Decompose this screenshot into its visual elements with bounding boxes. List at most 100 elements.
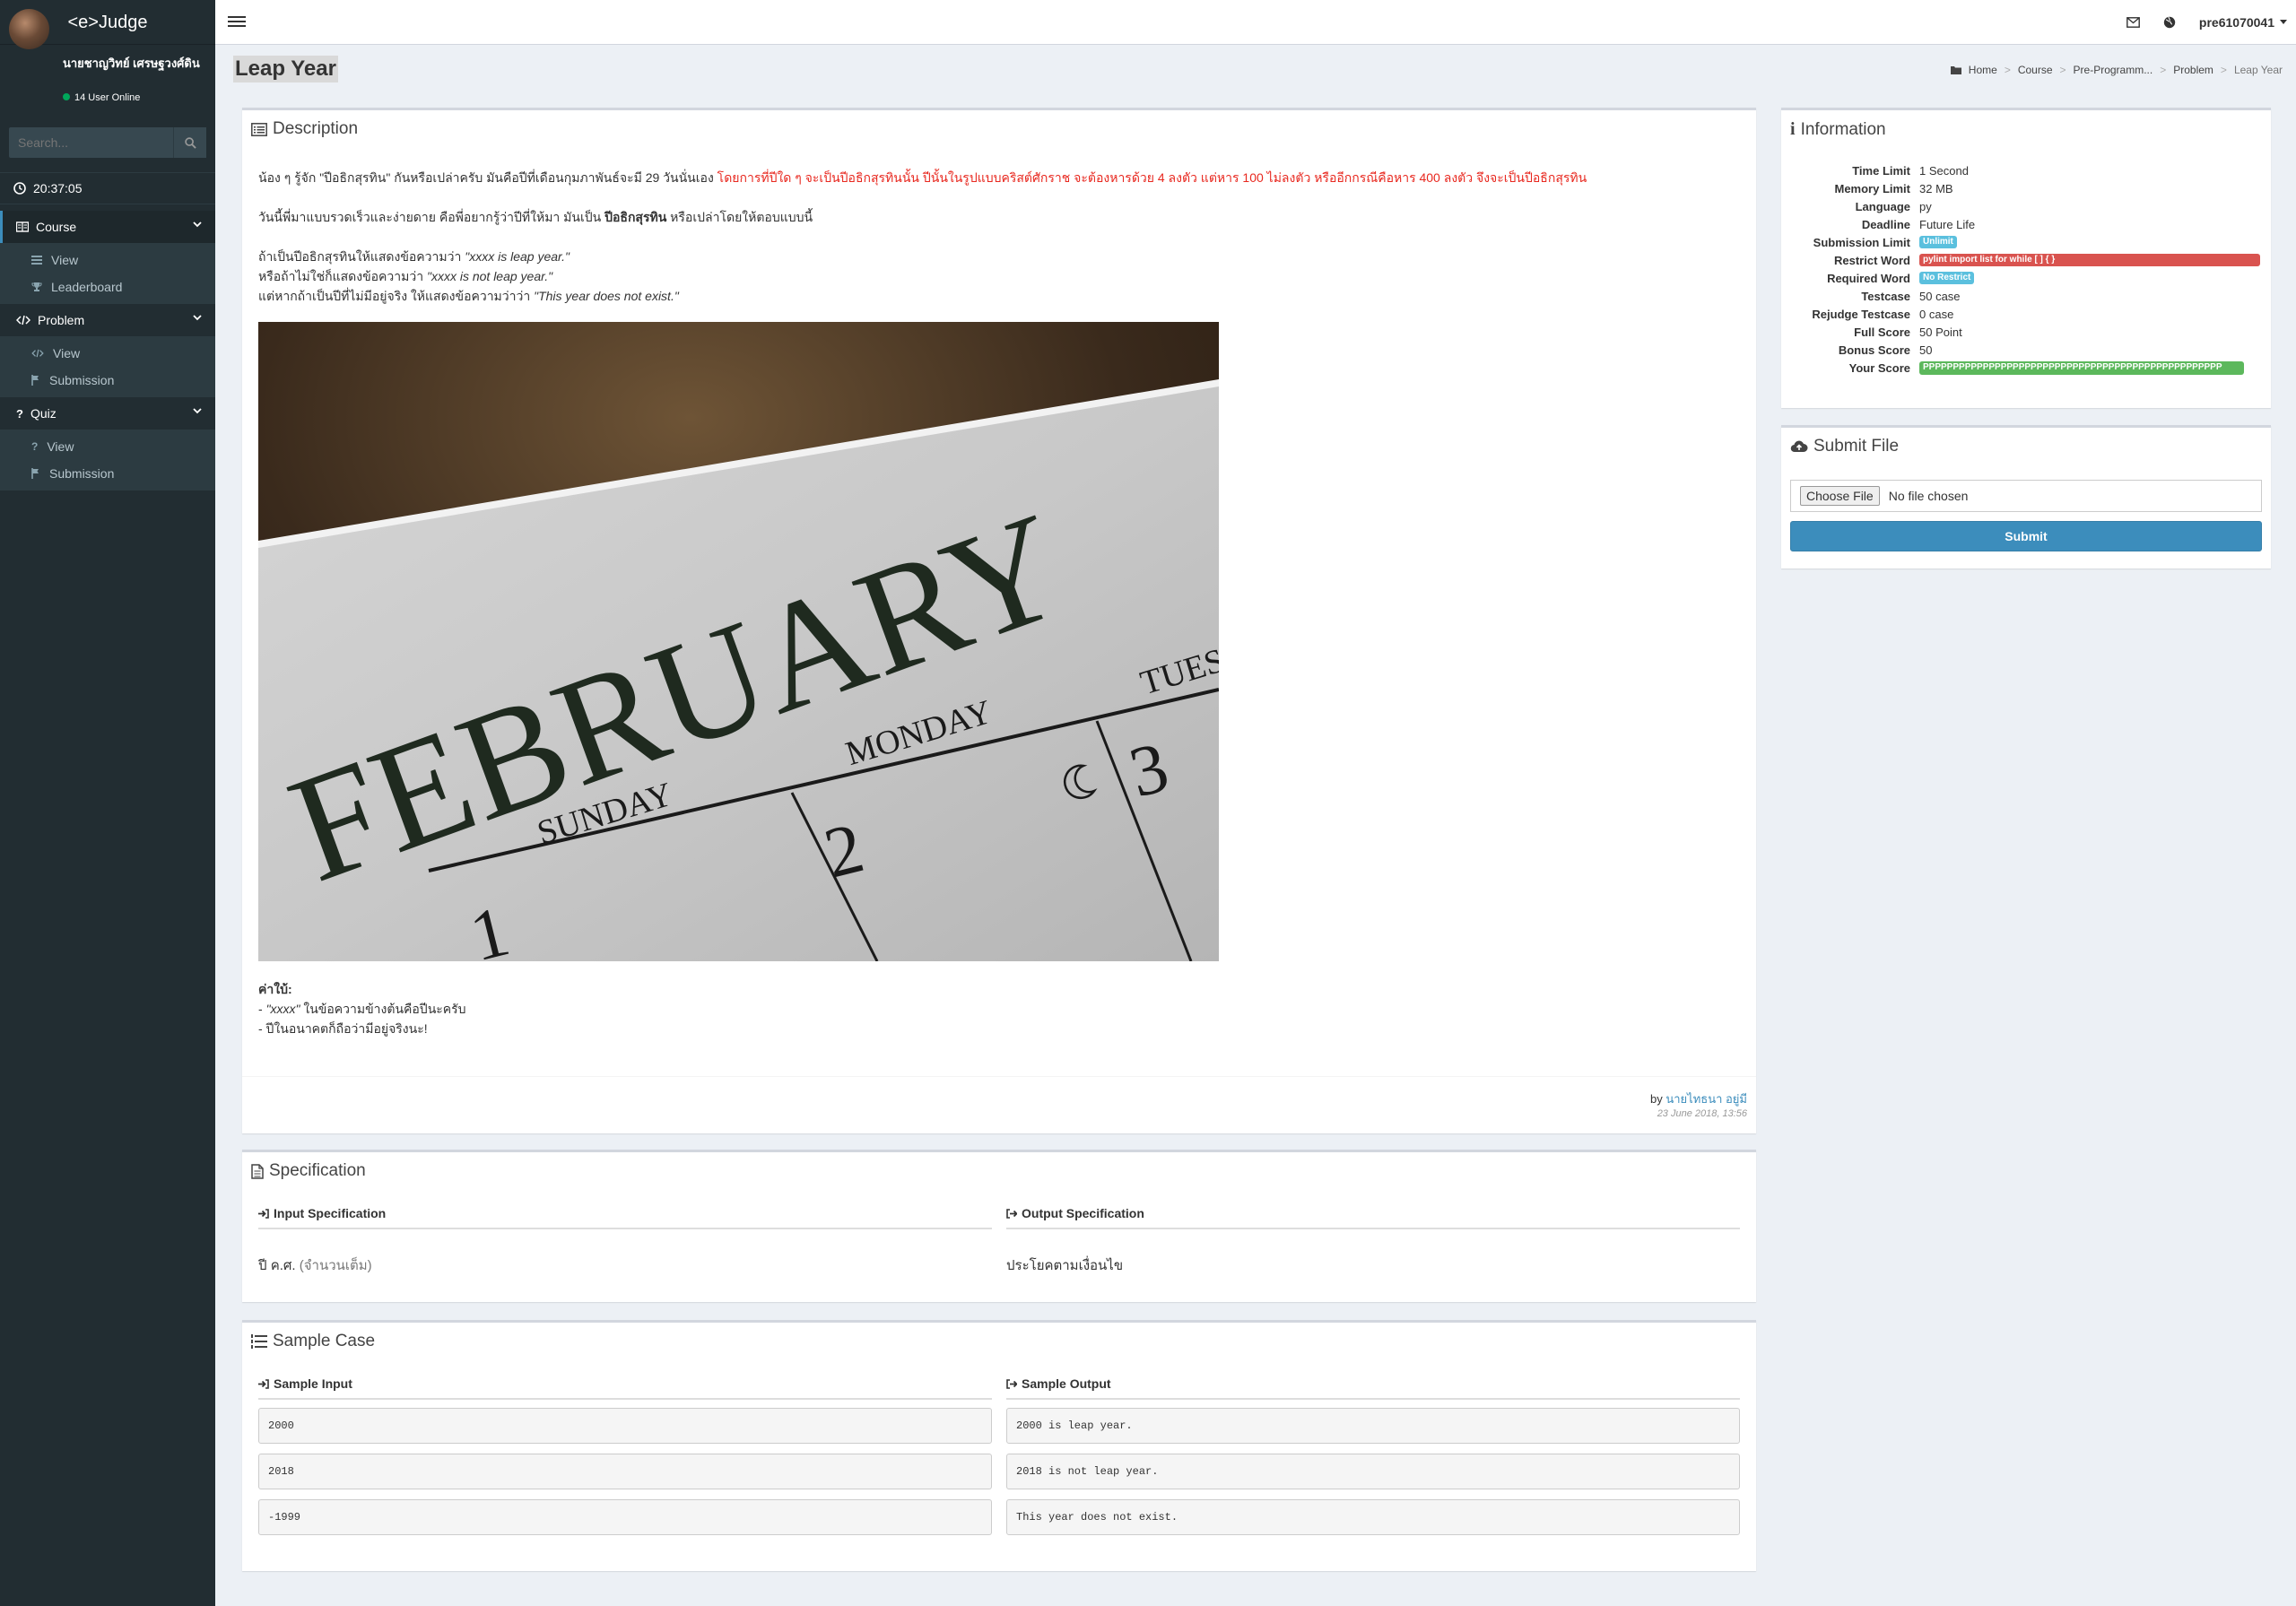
choose-file-button[interactable]: Choose File xyxy=(1800,486,1880,506)
info-key: Time Limit xyxy=(1852,163,1910,178)
envelope-icon[interactable] xyxy=(2126,17,2140,28)
clock-time: 20:37:05 xyxy=(33,181,83,195)
cloud-upload-icon xyxy=(1790,440,1808,453)
online-status-icon xyxy=(63,93,70,100)
sample-input-column: Sample Input 2000 2018 -1999 xyxy=(258,1367,992,1535)
sidebar-item-problem[interactable]: Problem xyxy=(0,304,215,336)
sidebar-item-quiz[interactable]: ? Quiz xyxy=(0,397,215,430)
information-title: Information xyxy=(1800,119,1886,139)
info-row: Language py xyxy=(1794,197,2271,215)
chevron-down-icon xyxy=(193,315,202,321)
sample-input-cell[interactable]: -1999 xyxy=(258,1499,992,1535)
breadcrumb-course[interactable]: Course xyxy=(2018,64,2053,76)
sidebar-item-quiz-view[interactable]: ? View xyxy=(0,433,215,460)
sample-output-cell[interactable]: 2018 is not leap year. xyxy=(1006,1454,1740,1489)
user-menu[interactable]: pre61070041 xyxy=(2199,15,2287,30)
quiz-submenu: ? View Submission xyxy=(0,430,215,490)
info-row: Full Score 50 Point xyxy=(1794,323,2271,341)
description-body: น้อง ๆ รู้จัก "ปีอธิกสุรทิน" กันหรือเปล่… xyxy=(242,168,1756,1038)
sample-output-cell[interactable]: 2000 is leap year. xyxy=(1006,1408,1740,1444)
author-link[interactable]: นายไทธนา อยู่มี xyxy=(1665,1092,1747,1106)
chevron-down-icon xyxy=(193,221,202,228)
info-value: Future Life xyxy=(1919,217,1976,231)
list-alt-icon xyxy=(251,122,267,136)
sample-output-label: Sample Output xyxy=(1022,1376,1111,1391)
info-key: Testcase xyxy=(1861,289,1910,303)
breadcrumb-current: Leap Year xyxy=(2233,64,2283,76)
submit-file-box: Submit File Choose File No file chosen S… xyxy=(1781,425,2271,569)
description-box: Description น้อง ๆ รู้จัก "ปีอธิกสุรทิน"… xyxy=(242,108,1756,1133)
info-row: Required Word No Restrict xyxy=(1794,269,2271,287)
sidebar-item-course[interactable]: Course xyxy=(0,211,215,243)
description-paragraph: น้อง ๆ รู้จัก "ปีอธิกสุรทิน" กันหรือเปล่… xyxy=(258,168,1740,187)
output-spec-header: Output Specification xyxy=(1006,1197,1740,1229)
breadcrumb-separator: > xyxy=(2004,64,2011,76)
information-box: i Information Time Limit 1 Second Memory … xyxy=(1781,108,2271,408)
sample-output-header: Sample Output xyxy=(1006,1367,1740,1400)
search-input[interactable] xyxy=(9,127,173,158)
case-output: "xxxx is leap year." xyxy=(465,249,570,264)
info-value: PPPPPPPPPPPPPPPPPPPPPPPPPPPPPPPPPPPPPPPP… xyxy=(1919,360,2271,375)
input-spec-column: Input Specification ปี ค.ศ. (จำนวนเต็ม) xyxy=(258,1197,992,1276)
sidebar-item-label: Submission xyxy=(49,466,115,481)
posted-timestamp: 23 June 2018, 13:56 xyxy=(1657,1108,1747,1119)
info-icon: i xyxy=(1790,119,1796,139)
sidebar-item-quiz-submission[interactable]: Submission xyxy=(0,460,215,487)
list-icon xyxy=(31,256,42,265)
info-row: Deadline Future Life xyxy=(1794,215,2271,233)
sample-input-cell[interactable]: 2018 xyxy=(258,1454,992,1489)
sidebar-item-course-view[interactable]: View xyxy=(0,247,215,273)
february-calendar-image: FEBRUARY SUNDAY MONDAY TUESI 2 3 1 xyxy=(258,322,1219,961)
input-spec-note: (จำนวนเต็ม) xyxy=(295,1258,372,1273)
trophy-icon xyxy=(31,282,42,291)
hint-code: "xxxx" xyxy=(265,1002,300,1016)
specification-box: Specification Input Specification ปี ค.ศ… xyxy=(242,1150,1756,1302)
user-status: 14 User Online xyxy=(63,92,140,103)
problem-submenu: View Submission xyxy=(0,336,215,397)
chevron-down-icon xyxy=(193,408,202,414)
sidebar-toggle-icon[interactable] xyxy=(228,13,246,31)
sign-in-icon xyxy=(258,1378,269,1389)
info-key: Deadline xyxy=(1861,217,1910,231)
info-key: Submission Limit xyxy=(1813,235,1910,249)
sidebar-item-label: Quiz xyxy=(30,406,57,421)
flag-icon xyxy=(31,375,39,386)
input-spec-label: Input Specification xyxy=(274,1206,387,1220)
sample-output-cell[interactable]: This year does not exist. xyxy=(1006,1499,1740,1535)
question-icon: ? xyxy=(31,440,39,453)
sidebar: <e>Judge นายชาญวิทย์ เศรษฐวงศ์ดิน 14 Use… xyxy=(0,0,215,1606)
flag-icon xyxy=(31,468,39,479)
info-row: Bonus Score 50 xyxy=(1794,341,2271,359)
sample-input-cell[interactable]: 2000 xyxy=(258,1408,992,1444)
globe-icon[interactable] xyxy=(2163,16,2176,29)
online-count: 14 User Online xyxy=(74,92,141,103)
info-key: Restrict Word xyxy=(1834,253,1910,267)
hint-title: ค่าใบ้: xyxy=(258,982,292,996)
output-spec-label: Output Specification xyxy=(1022,1206,1144,1220)
breadcrumb: Home > Course > Pre-Programm... > Proble… xyxy=(1950,64,2283,76)
book-icon xyxy=(16,221,29,232)
sidebar-item-leaderboard[interactable]: Leaderboard xyxy=(0,273,215,300)
information-table: Time Limit 1 Second Memory Limit 32 MB Lan… xyxy=(1794,161,2271,377)
info-value: Unlimit xyxy=(1919,236,2271,248)
breadcrumb-course-name[interactable]: Pre-Programm... xyxy=(2074,64,2153,76)
avatar xyxy=(9,9,49,49)
submit-button[interactable]: Submit xyxy=(1790,521,2262,551)
case-output: "This year does not exist." xyxy=(534,289,679,303)
your-score-badge: PPPPPPPPPPPPPPPPPPPPPPPPPPPPPPPPPPPPPPPP… xyxy=(1919,360,2244,375)
info-key: Your Score xyxy=(1848,360,1910,375)
specification-header: Specification xyxy=(242,1152,1756,1190)
sidebar-item-problem-submission[interactable]: Submission xyxy=(0,367,215,394)
search-button[interactable] xyxy=(173,127,206,158)
info-key: Memory Limit xyxy=(1834,181,1910,195)
sidebar-item-problem-view[interactable]: View xyxy=(0,340,215,367)
input-spec-value: ปี ค.ศ. (จำนวนเต็ม) xyxy=(258,1229,992,1276)
description-footer: by นายไทธนา อยู่มี 23 June 2018, 13:56 xyxy=(242,1076,1756,1133)
file-status: No file chosen xyxy=(1888,489,1969,503)
info-value: py xyxy=(1919,199,1932,213)
file-input[interactable]: Choose File No file chosen xyxy=(1790,480,2262,512)
user-name: นายชาญวิทย์ เศรษฐวงศ์ดิน xyxy=(63,56,200,70)
breadcrumb-problem[interactable]: Problem xyxy=(2173,64,2213,76)
breadcrumb-home[interactable]: Home xyxy=(1969,64,1997,76)
sidebar-item-label: Problem xyxy=(38,313,85,327)
